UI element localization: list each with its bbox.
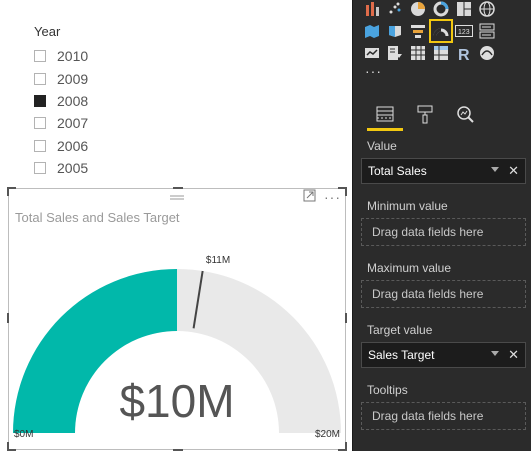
field-name: Total Sales — [368, 164, 427, 178]
multirow-card-icon[interactable] — [478, 22, 496, 40]
min-label: $0M — [14, 429, 33, 440]
checkbox[interactable] — [34, 162, 46, 175]
slicer-title: Year — [34, 24, 61, 39]
well-label-minimum: Minimum value — [367, 199, 448, 213]
slicer-item-label: 2006 — [57, 137, 89, 154]
minimum-value-drop-zone[interactable]: Drag data fields here — [361, 218, 526, 246]
gauge-icon[interactable] — [429, 19, 453, 43]
fields-tab-icon[interactable] — [371, 100, 399, 128]
r-visual-icon[interactable]: R — [455, 44, 473, 62]
field-name: Sales Target — [368, 348, 435, 362]
slicer-item-label: 2010 — [57, 48, 89, 65]
slicer-item-2006[interactable]: 2006 — [34, 135, 88, 157]
active-tab-indicator — [367, 128, 403, 131]
max-label: $20M — [315, 429, 340, 440]
arcgis-icon[interactable] — [478, 44, 496, 62]
shape-map-icon[interactable] — [386, 22, 404, 40]
remove-field-icon[interactable]: ✕ — [508, 347, 519, 363]
target-field-pill[interactable]: Sales Target ✕ — [361, 342, 526, 368]
kpi-icon[interactable] — [363, 44, 381, 62]
checkbox-checked[interactable] — [34, 94, 46, 107]
format-tab-icon[interactable] — [411, 100, 439, 128]
resize-handle[interactable] — [345, 442, 347, 451]
ribbon-chart-icon[interactable] — [363, 0, 381, 18]
visualizations-pane: 123 R ··· Value Total Sales ✕ Minimum va… — [352, 0, 531, 451]
svg-text:123: 123 — [458, 29, 470, 36]
slicer-item-2009[interactable]: 2009 — [34, 67, 88, 89]
target-label: $11M — [206, 255, 230, 266]
gauge-visual[interactable]: ··· Total Sales and Sales Target $11M $1… — [7, 187, 347, 451]
scatter-chart-icon[interactable] — [386, 0, 404, 18]
field-wells: Value Total Sales ✕ Minimum value Drag d… — [353, 134, 531, 430]
gauge-chart: $11M $10M $0M $20M — [13, 255, 341, 440]
well-label-value: Value — [367, 139, 397, 153]
well-label-maximum: Maximum value — [367, 261, 452, 275]
well-label-tooltips: Tooltips — [367, 383, 408, 397]
pane-tabs — [353, 96, 531, 134]
remove-field-icon[interactable]: ✕ — [508, 163, 519, 179]
table-icon[interactable] — [409, 44, 427, 62]
slicer-item-label: 2007 — [57, 115, 89, 132]
well-label-target: Target value — [367, 323, 433, 337]
slicer-item-label: 2009 — [57, 70, 89, 87]
funnel-icon[interactable] — [409, 22, 427, 40]
pie-chart-icon[interactable] — [409, 0, 427, 18]
value-label: $10M — [119, 375, 234, 427]
value-field-pill[interactable]: Total Sales ✕ — [361, 158, 526, 184]
slicer-icon[interactable] — [386, 44, 404, 62]
visual-type-gallery: 123 R ··· — [363, 0, 496, 84]
svg-text:R: R — [458, 47, 470, 61]
maximum-value-drop-zone[interactable]: Drag data fields here — [361, 280, 526, 308]
year-slicer: Year 2010 2009 2008 2007 2006 2005 — [34, 24, 88, 179]
checkbox[interactable] — [34, 72, 46, 85]
checkbox[interactable] — [34, 50, 46, 63]
tooltips-drop-zone[interactable]: Drag data fields here — [361, 402, 526, 430]
more-visuals-button[interactable]: ··· — [363, 64, 496, 84]
analytics-tab-icon[interactable] — [451, 100, 479, 128]
resize-handle[interactable] — [345, 187, 347, 196]
drop-zone-placeholder: Drag data fields here — [372, 409, 484, 423]
checkbox[interactable] — [34, 139, 46, 152]
drop-zone-placeholder: Drag data fields here — [372, 287, 484, 301]
slicer-item-label: 2008 — [57, 92, 89, 109]
card-icon[interactable]: 123 — [455, 22, 473, 40]
checkbox[interactable] — [34, 117, 46, 130]
slicer-item-2010[interactable]: 2010 — [34, 45, 88, 67]
donut-chart-icon[interactable] — [432, 0, 450, 18]
globe-map-icon[interactable] — [478, 0, 496, 18]
slicer-item-2007[interactable]: 2007 — [34, 112, 88, 134]
treemap-icon[interactable] — [455, 0, 473, 18]
slicer-item-2008[interactable]: 2008 — [34, 90, 88, 112]
slicer-item-label: 2005 — [57, 160, 89, 177]
resize-handle[interactable] — [345, 313, 347, 323]
report-canvas: Year 2010 2009 2008 2007 2006 2005 ··· T… — [0, 0, 352, 451]
chevron-down-icon[interactable] — [491, 351, 499, 356]
chevron-down-icon[interactable] — [491, 167, 499, 172]
filled-map-icon[interactable] — [363, 22, 381, 40]
drop-zone-placeholder: Drag data fields here — [372, 225, 484, 239]
slicer-item-2005[interactable]: 2005 — [34, 157, 88, 179]
matrix-icon[interactable] — [432, 44, 450, 62]
